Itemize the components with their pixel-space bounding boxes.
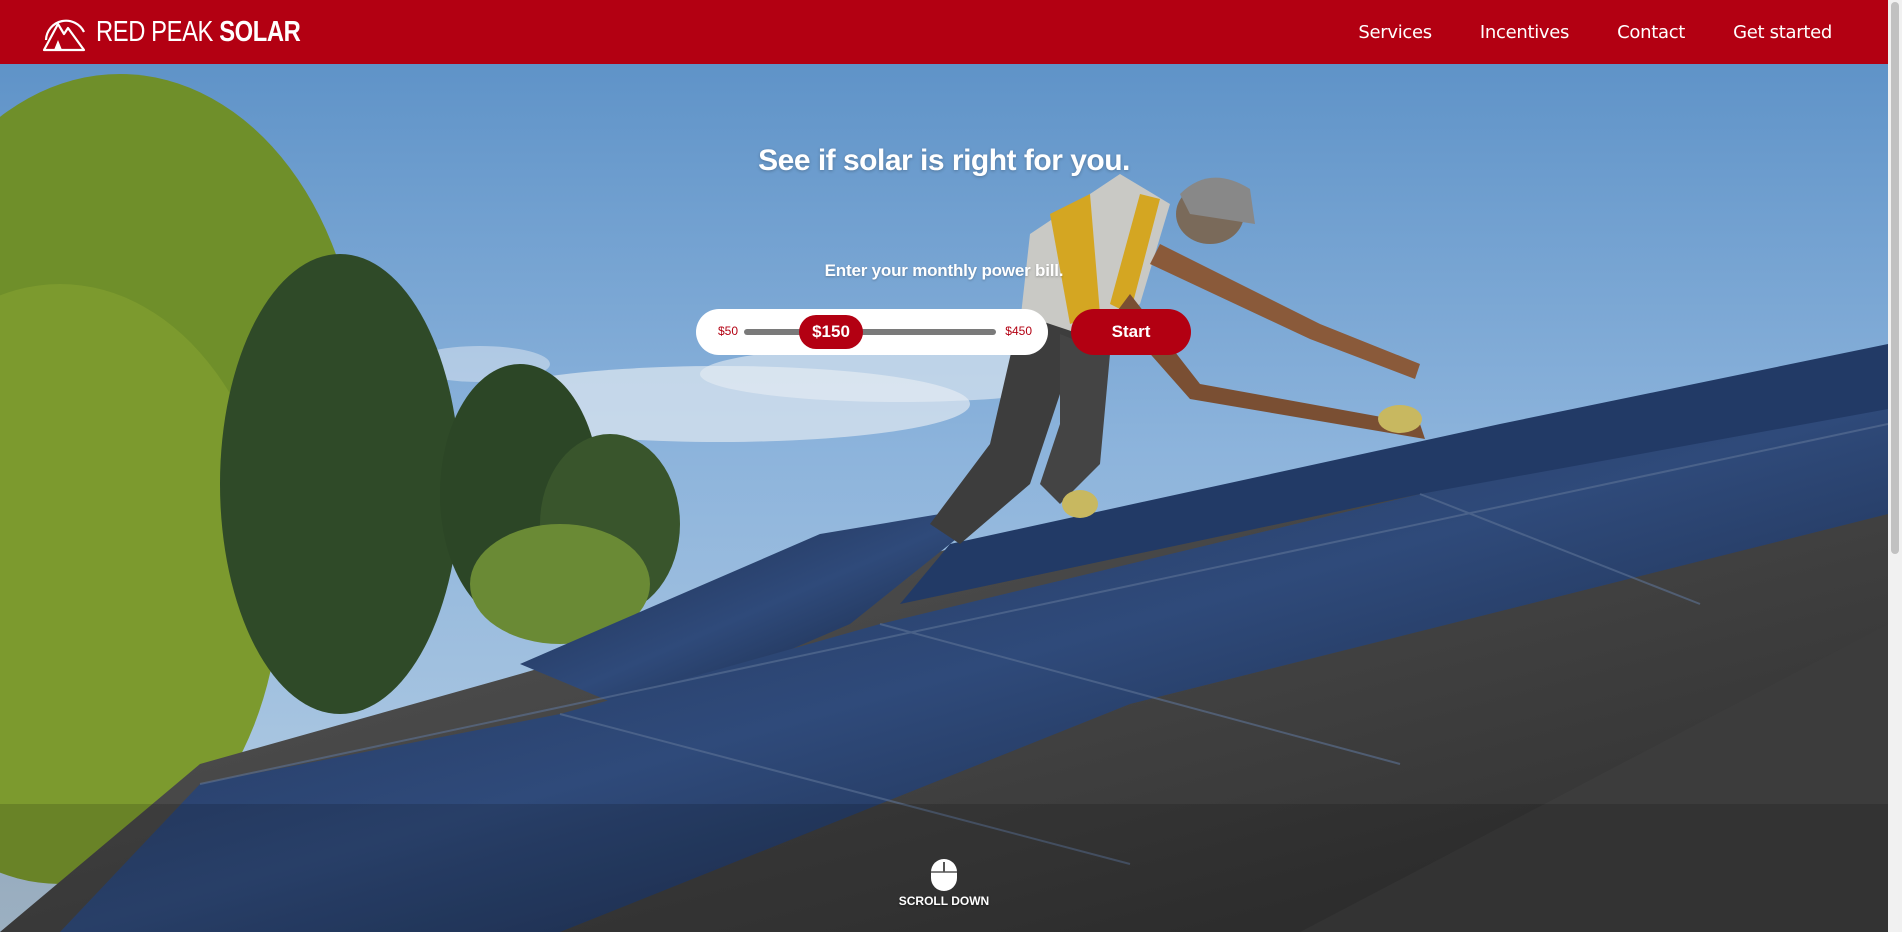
scrollbar-thumb[interactable] xyxy=(1891,2,1899,554)
nav-links: Services Incentives Contact Get started xyxy=(1310,0,1832,64)
mountain-peak-icon xyxy=(42,19,86,52)
top-navbar: RED PEAK SOLAR Services Incentives Conta… xyxy=(0,0,1888,64)
power-bill-slider[interactable]: $50 $150 $450 xyxy=(696,309,1048,355)
hero-headline: See if solar is right for you. xyxy=(758,144,1130,177)
brand-name: RED PEAK SOLAR xyxy=(96,15,301,49)
bill-prompt: Enter your monthly power bill. xyxy=(824,261,1064,280)
slider-thumb[interactable]: $150 xyxy=(799,315,863,349)
nav-link-get-started[interactable]: Get started xyxy=(1733,22,1832,43)
hero-section: See if solar is right for you. Enter you… xyxy=(0,64,1888,932)
scroll-down-label: SCROLL DOWN xyxy=(898,894,990,908)
page-scrollbar[interactable] xyxy=(1888,0,1902,932)
brand-logo[interactable]: RED PEAK SOLAR xyxy=(40,10,345,54)
start-button[interactable]: Start xyxy=(1071,309,1191,355)
mouse-icon xyxy=(931,859,957,891)
brand-name-light: RED PEAK xyxy=(96,15,213,48)
brand-name-bold: SOLAR xyxy=(219,15,301,48)
slider-min-label: $50 xyxy=(718,324,739,338)
nav-link-incentives[interactable]: Incentives xyxy=(1480,22,1570,43)
scroll-down-indicator[interactable]: SCROLL DOWN xyxy=(0,858,1888,908)
slider-track[interactable] xyxy=(744,329,996,335)
hero-background-image xyxy=(0,64,1888,932)
nav-link-contact[interactable]: Contact xyxy=(1617,22,1685,43)
slider-max-label: $450 xyxy=(1005,324,1032,338)
nav-link-services[interactable]: Services xyxy=(1358,22,1432,43)
